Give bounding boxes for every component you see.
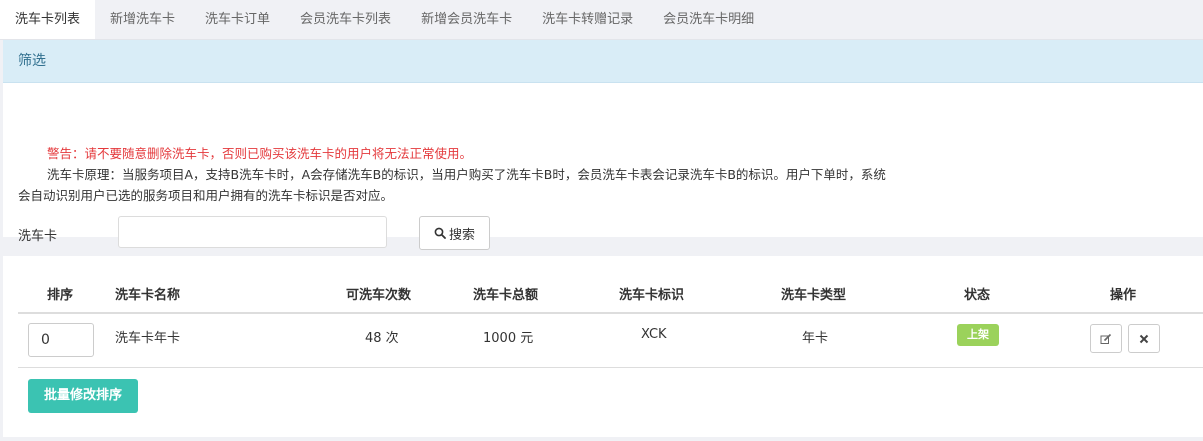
- tab-add-member-card[interactable]: 新增会员洗车卡: [406, 0, 527, 39]
- tab-card-list[interactable]: 洗车卡列表: [0, 0, 96, 39]
- batch-sort-button[interactable]: 批量修改排序: [28, 379, 138, 413]
- sort-input[interactable]: 0: [28, 323, 94, 357]
- filter-panel: 筛选 警告：请不要随意删除洗车卡，否则已购买该洗车卡的用户将无法正常使用。 洗车…: [3, 40, 1203, 250]
- status-badge: 上架: [957, 324, 999, 346]
- search-icon: [434, 227, 446, 239]
- header-total-amount: 洗车卡总额: [473, 288, 539, 303]
- filter-panel-title: 筛选: [3, 40, 1203, 83]
- close-icon: [1139, 334, 1149, 343]
- header-wash-times: 可洗车次数: [346, 288, 412, 303]
- cell-card-code: XCK: [641, 327, 667, 342]
- tab-transfer-records[interactable]: 洗车卡转赠记录: [527, 0, 648, 39]
- header-card-type: 洗车卡类型: [781, 288, 847, 303]
- header-divider: [18, 312, 1203, 314]
- edit-icon: [1100, 333, 1112, 344]
- card-filter-label: 洗车卡: [18, 229, 58, 244]
- filter-panel-body: 警告：请不要随意删除洗车卡，否则已购买该洗车卡的用户将无法正常使用。 洗车卡原理…: [3, 83, 1203, 250]
- tab-card-orders[interactable]: 洗车卡订单: [190, 0, 285, 39]
- delete-button[interactable]: [1128, 324, 1160, 353]
- search-button-label: 搜索: [448, 227, 475, 243]
- cell-card-name: 洗车卡年卡: [115, 331, 181, 346]
- search-button[interactable]: 搜索: [419, 216, 490, 250]
- principle-note: 洗车卡原理：当服务项目A，支持B洗车卡时，A会存储洗车B的标识，当用户购买了洗车…: [18, 167, 886, 203]
- card-filter-input[interactable]: [118, 216, 387, 248]
- tab-member-card-detail[interactable]: 会员洗车卡明细: [648, 0, 769, 39]
- header-card-code: 洗车卡标识: [619, 288, 685, 303]
- tab-bar: 洗车卡列表 新增洗车卡 洗车卡订单 会员洗车卡列表 新增会员洗车卡 洗车卡转赠记…: [0, 0, 1203, 40]
- card-table: 排序 洗车卡名称 可洗车次数 洗车卡总额 洗车卡标识 洗车卡类型 状态 操作 0…: [3, 256, 1203, 437]
- cell-wash-times: 48 次: [365, 331, 399, 346]
- cell-card-type: 年卡: [802, 331, 829, 346]
- edit-button[interactable]: [1090, 324, 1122, 353]
- header-actions: 操作: [1110, 288, 1137, 303]
- tab-add-card[interactable]: 新增洗车卡: [95, 0, 190, 39]
- row-divider: [18, 367, 1203, 368]
- header-status: 状态: [964, 288, 991, 303]
- tab-member-card-list[interactable]: 会员洗车卡列表: [285, 0, 406, 39]
- header-sort: 排序: [47, 288, 74, 303]
- cell-total-amount: 1000 元: [483, 331, 534, 346]
- header-card-name: 洗车卡名称: [115, 288, 181, 303]
- warning-text: 警告：请不要随意删除洗车卡，否则已购买该洗车卡的用户将无法正常使用。: [47, 146, 473, 161]
